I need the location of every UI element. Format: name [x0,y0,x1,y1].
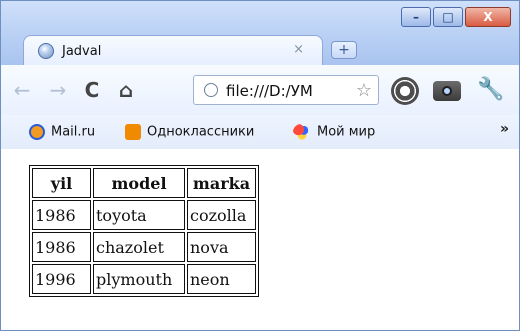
header-marka: marka [187,168,256,198]
cell-yil: 1986 [32,200,91,230]
bookmark-moi-mir[interactable]: Мой мир [293,124,375,140]
maximize-icon: □ [442,10,454,24]
table-row: 1986 chazolet nova [32,232,256,262]
bookmark-odnoklassniki[interactable]: Одноклассники [125,124,254,140]
bookmarks-overflow-icon[interactable]: » [500,121,509,137]
page-favicon-icon [38,43,54,59]
bookmarks-bar: Mail.ru Одноклассники Мой мир » [1,115,519,150]
close-window-button[interactable]: X [465,7,511,27]
mail-extension-icon[interactable] [391,77,419,105]
title-bar: – □ X Jadval × + [1,1,519,65]
cell-marka: neon [187,264,256,294]
back-arrow-icon[interactable]: ← [11,79,33,101]
new-tab-button[interactable]: + [331,41,357,59]
browser-window: – □ X Jadval × + ← → C ⌂ file:///D:/УМ ☆ [0,0,520,331]
table-header-row: yil model marka [32,168,256,198]
minimize-button[interactable]: – [401,7,431,27]
table-row: 1986 toyota cozolla [32,200,256,230]
bookmark-label: Одноклассники [147,124,255,140]
address-bar[interactable]: file:///D:/УМ ☆ [193,75,379,105]
mail-ru-icon [29,124,45,140]
cell-yil: 1996 [32,264,91,294]
header-model: model [93,168,185,198]
minimize-icon: – [413,10,419,24]
tab-title: Jadval [62,44,102,59]
cell-marka: nova [187,232,256,262]
page-icon [204,83,218,97]
wrench-icon[interactable]: 🔧 [477,77,504,103]
cell-marka: cozolla [187,200,256,230]
odnoklassniki-icon [125,124,141,140]
cars-table: yil model marka 1986 toyota cozolla 1986… [29,165,259,297]
cell-model: chazolet [93,232,185,262]
cell-yil: 1986 [32,232,91,262]
window-controls: – □ X [401,7,511,27]
camera-icon[interactable] [433,81,461,101]
tab-close-icon[interactable]: × [293,42,304,57]
bookmark-label: Mail.ru [51,124,96,140]
bookmark-label: Мой мир [317,124,376,140]
moi-mir-icon [293,124,311,140]
star-icon[interactable]: ☆ [356,80,372,101]
page-content: yil model marka 1986 toyota cozolla 1986… [1,149,519,330]
close-icon: X [483,10,493,24]
reload-icon[interactable]: C [81,79,103,101]
bookmark-mail-ru[interactable]: Mail.ru [29,124,95,140]
cell-model: plymouth [93,264,185,294]
maximize-button[interactable]: □ [433,7,463,27]
table-row: 1996 plymouth neon [32,264,256,294]
toolbar: ← → C ⌂ file:///D:/УМ ☆ 🔧 [1,65,519,116]
cell-model: toyota [93,200,185,230]
url-text: file:///D:/УМ [226,82,313,100]
tab-jadval[interactable]: Jadval × [23,35,323,65]
home-icon[interactable]: ⌂ [115,79,137,101]
forward-arrow-icon[interactable]: → [47,79,69,101]
header-yil: yil [32,168,91,198]
